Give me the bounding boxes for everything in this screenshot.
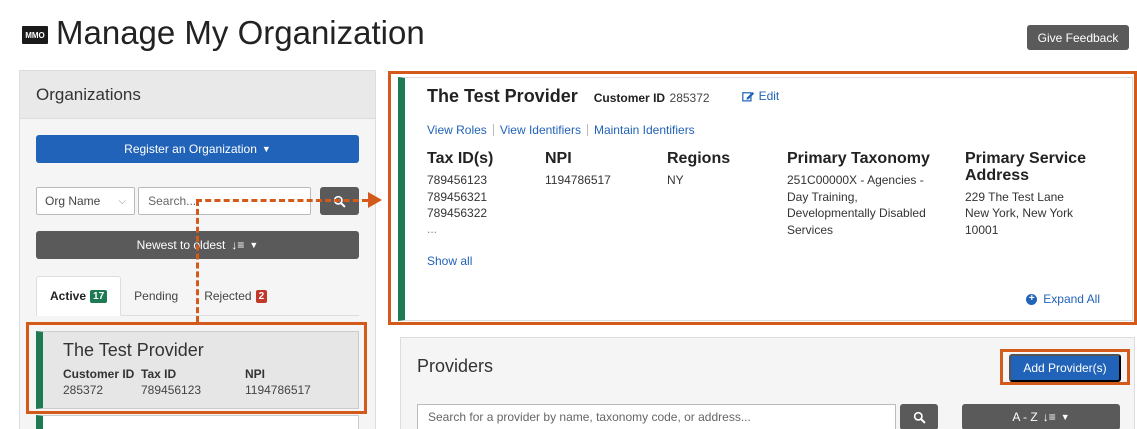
- npi-column: NPI 1194786517: [545, 150, 667, 239]
- tab-active[interactable]: Active 17: [36, 276, 122, 316]
- rejected-count-badge: 2: [255, 289, 268, 303]
- tax-ids-header: Tax ID(s): [427, 150, 494, 167]
- organization-detail-panel: The Test Provider Customer ID 285372 Edi…: [398, 77, 1133, 321]
- providers-title: Providers: [417, 356, 494, 376]
- taxonomy-line: 251C00000X - Agencies -: [787, 172, 924, 187]
- register-organization-label: Register an Organization: [124, 142, 257, 156]
- provider-search-placeholder: Search for a provider by name, taxonomy …: [428, 410, 751, 424]
- org-name-select-value: Org Name: [45, 194, 101, 208]
- detail-customer-id-label: Customer ID: [593, 91, 666, 105]
- tab-pending-label: Pending: [134, 289, 179, 303]
- tax-id-value: 789456123: [427, 172, 488, 187]
- maintain-identifiers-link[interactable]: Maintain Identifiers: [594, 123, 695, 137]
- card-tax-id-label: Tax ID: [141, 367, 177, 381]
- view-roles-link[interactable]: View Roles: [427, 123, 487, 137]
- detail-columns: Tax ID(s) 789456123 789456321 789456322 …: [427, 150, 1110, 239]
- provider-sort-button[interactable]: A - Z ↓≡ ▼: [962, 404, 1120, 429]
- active-count-badge: 17: [90, 289, 108, 303]
- tab-rejected-label: Rejected: [204, 289, 252, 303]
- view-identifiers-link[interactable]: View Identifiers: [500, 123, 581, 137]
- primary-taxonomy-column: Primary Taxonomy 251C00000X - Agencies -…: [787, 150, 965, 239]
- chevron-down-icon: ⌵: [118, 195, 127, 207]
- caret-down-icon: ▼: [1060, 412, 1070, 422]
- edit-icon: [741, 91, 754, 102]
- plus-circle-icon: +: [1026, 293, 1038, 305]
- provider-search-input[interactable]: Search for a provider by name, taxonomy …: [417, 404, 896, 429]
- give-feedback-button[interactable]: Give Feedback: [1027, 25, 1129, 50]
- mmo-logo: MMO: [22, 26, 48, 44]
- taxonomy-line: Services: [787, 223, 834, 238]
- tax-id-value: 789456322: [427, 206, 488, 221]
- address-line: New York, New York: [965, 206, 1074, 221]
- card-customer-id-label: Customer ID: [63, 367, 135, 381]
- npi-header: NPI: [545, 150, 572, 167]
- page-title: Manage My Organization: [56, 14, 425, 51]
- add-providers-button[interactable]: Add Provider(s): [1009, 354, 1121, 382]
- detail-customer-id-value: 285372: [669, 91, 710, 105]
- card-npi-label: NPI: [245, 367, 266, 381]
- primary-service-address-column: Primary Service Address 229 The Test Lan…: [965, 150, 1115, 239]
- address-line: 10001: [965, 223, 999, 238]
- page: MMO Manage My Organization Give Feedback…: [0, 0, 1137, 429]
- org-name-select[interactable]: Org Name ⌵: [36, 187, 136, 215]
- detail-provider-name: The Test Provider: [427, 86, 578, 106]
- address-line: 229 The Test Lane: [965, 189, 1064, 204]
- expand-all-link[interactable]: + Expand All: [1026, 292, 1100, 306]
- taxonomy-line: Day Training,: [787, 189, 858, 204]
- annotation-dashed-line-vertical: [196, 200, 199, 322]
- organization-card-name: The Test Provider: [63, 340, 204, 360]
- tab-rejected[interactable]: Rejected 2: [191, 276, 280, 316]
- organizations-title: Organizations: [20, 71, 375, 119]
- link-divider: [586, 124, 588, 136]
- caret-down-icon: ▼: [261, 144, 271, 154]
- link-divider: [492, 124, 494, 136]
- organization-card-details: Customer ID Tax ID NPI 285372 789456123 …: [63, 367, 338, 397]
- card-tax-id-value: 789456123: [141, 383, 202, 397]
- providers-panel: Providers Add Provider(s) Search for a p…: [400, 337, 1135, 429]
- org-search-placeholder: Search...: [148, 194, 197, 208]
- sort-descending-icon: ↓≡: [1042, 410, 1056, 424]
- sort-order-label: Newest to oldest: [136, 238, 226, 252]
- card-npi-value: 1194786517: [245, 383, 311, 397]
- card-customer-id-value: 285372: [63, 383, 104, 397]
- caret-down-icon: ▼: [249, 240, 259, 250]
- tab-active-label: Active: [50, 289, 87, 303]
- expand-all-label: Expand All: [1043, 292, 1100, 306]
- taxonomy-line: Developmentally Disabled: [787, 206, 926, 221]
- tab-pending[interactable]: Pending: [121, 276, 191, 316]
- detail-header: The Test Provider Customer ID 285372 Edi…: [427, 86, 1110, 107]
- tax-id-value: 789456321: [427, 189, 488, 204]
- search-icon: [913, 411, 925, 423]
- edit-label: Edit: [758, 89, 780, 103]
- edit-link[interactable]: Edit: [741, 89, 780, 103]
- organization-card[interactable]: The Test Provider Customer ID Tax ID NPI…: [36, 331, 359, 409]
- primary-service-address-header: Primary Service Address: [965, 150, 1086, 184]
- provider-sort-label: A - Z: [1012, 410, 1038, 424]
- npi-value: 1194786517: [545, 172, 611, 187]
- regions-header: Regions: [667, 150, 731, 167]
- annotation-arrow-icon: [368, 192, 382, 208]
- show-all-link[interactable]: Show all: [427, 254, 472, 268]
- register-organization-button[interactable]: Register an Organization ▼: [36, 135, 359, 163]
- primary-taxonomy-header: Primary Taxonomy: [787, 150, 930, 167]
- regions-value: NY: [667, 172, 684, 187]
- organization-card-partial[interactable]: [36, 415, 359, 429]
- tax-ids-more: ...: [427, 222, 438, 237]
- sort-descending-icon: ↓≡: [231, 238, 245, 252]
- detail-links: View Roles View Identifiers Maintain Ide…: [427, 123, 1110, 137]
- annotation-dashed-line-horizontal: [196, 199, 368, 202]
- regions-column: Regions NY: [667, 150, 787, 239]
- tax-ids-column: Tax ID(s) 789456123 789456321 789456322 …: [427, 150, 545, 239]
- provider-search-button[interactable]: [900, 404, 938, 429]
